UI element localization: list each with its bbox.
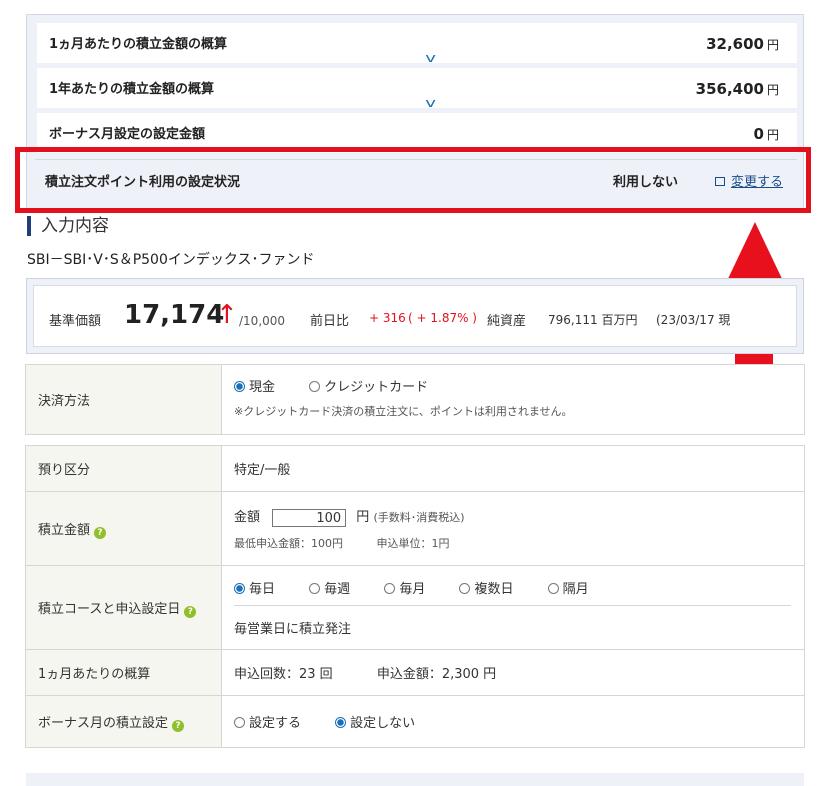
up-arrow-icon: ↑ [216, 300, 238, 330]
monthly-estimate-value: 32,600 円 [706, 35, 779, 53]
min-amount: 最低申込金額：100円 [234, 536, 343, 550]
amount-cell: 金額 100 円 (手数料･消費税込) 最低申込金額：100円 申込単位：1円 [221, 491, 805, 566]
assets-label: 純資産 [487, 314, 527, 329]
change-value: + 316 [369, 311, 406, 325]
help-icon[interactable]: ? [184, 605, 197, 618]
footer-bar [26, 773, 804, 786]
monthly-estimate-form-label: 1ヵ月あたりの概算 [25, 649, 222, 696]
chevron-down-icon[interactable]: v [425, 51, 436, 65]
assets-value: 796,111 百万円 [548, 313, 638, 327]
amount-prefix: 金額 [234, 510, 261, 526]
amount-suffix: 円 [356, 510, 370, 526]
yearly-estimate-row: 1年あたりの積立金額の概算 v 356,400 円 [37, 68, 797, 110]
bonus-setting-label-cell: ボーナス月の積立設定? [25, 695, 222, 748]
radio-selected-icon[interactable] [335, 717, 347, 728]
change-label: 前日比 [310, 314, 350, 329]
change-percent: ( + 1.87% ) [408, 311, 477, 325]
monthly-estimate-label: 1ヵ月あたりの積立金額の概算 [49, 37, 228, 52]
account-label: 預り区分 [25, 445, 222, 492]
chevron-down-icon[interactable]: v [425, 96, 436, 110]
price-panel: 基準価額 17,174 ↑ /10,000 前日比 + 316 ( + 1.87… [33, 285, 797, 347]
course-monthly-option[interactable]: 毎月 [384, 582, 425, 597]
course-note: 毎営業日に積立発注 [234, 622, 352, 637]
radio-icon[interactable] [309, 381, 321, 392]
section-title: 入力内容 [27, 216, 109, 236]
monthly-count: 申込回数：23 回 [234, 667, 333, 682]
amount-tax-note: (手数料･消費税込) [373, 511, 465, 525]
course-weekly-option[interactable]: 毎週 [309, 582, 350, 597]
radio-icon[interactable] [309, 583, 321, 594]
amount-label-cell: 積立金額? [25, 491, 222, 566]
help-icon[interactable]: ? [172, 719, 185, 732]
payment-cash-option[interactable]: 現金 [234, 380, 275, 395]
payment-note: ※クレジットカード決済の積立注文に、ポイントは利用されません。 [234, 405, 573, 418]
payment-options: 現金 クレジットカード ※クレジットカード決済の積立注文に、ポイントは利用されま… [221, 364, 805, 435]
bonus-setting-cell: 設定する 設定しない [221, 695, 805, 748]
radio-icon[interactable] [384, 583, 396, 594]
help-icon[interactable]: ? [94, 526, 107, 539]
account-value: 特定/一般 [221, 445, 805, 492]
yearly-estimate-label: 1年あたりの積立金額の概算 [49, 82, 215, 97]
amount-input[interactable]: 100 [272, 508, 347, 527]
monthly-estimate-form-row: 1ヵ月あたりの概算 申込回数：23 回 申込金額：2,300 円 [25, 649, 805, 696]
amount-row: 積立金額? 金額 100 円 (手数料･消費税込) 最低申込金額：100円 申込… [25, 491, 805, 566]
price-date: (23/03/17 現 [656, 313, 731, 327]
radio-selected-icon[interactable] [234, 583, 245, 594]
order-form-table: 預り区分 特定/一般 積立金額? 金額 100 円 (手数料･消費税込) 最低申… [25, 445, 805, 748]
course-row: 積立コースと申込設定日? 毎日 毎週 毎月 複数日 隔月 毎営業日に積立発注 [25, 565, 805, 650]
payment-row: 決済方法 現金 クレジットカード ※クレジットカード決済の積立注文に、ポイントは… [25, 364, 805, 435]
nav-label: 基準価額 [49, 314, 102, 329]
radio-selected-icon[interactable] [234, 381, 245, 392]
monthly-estimate-form-cell: 申込回数：23 回 申込金額：2,300 円 [221, 649, 805, 696]
nav-value: 17,174 [124, 300, 225, 330]
monthly-amount: 申込金額：2,300 円 [376, 667, 497, 682]
bonus-on-option[interactable]: 設定する [234, 716, 301, 731]
bonus-amount-label: ボーナス月設定の設定金額 [49, 127, 206, 142]
radio-icon[interactable] [234, 717, 245, 728]
fund-name: SBI－SBI･V･S＆P500インデックス･ファンド [27, 252, 315, 268]
course-daily-option[interactable]: 毎日 [234, 582, 275, 597]
payment-label: 決済方法 [25, 364, 222, 435]
bonus-setting-row: ボーナス月の積立設定? 設定する 設定しない [25, 695, 805, 748]
course-cell: 毎日 毎週 毎月 複数日 隔月 毎営業日に積立発注 [221, 565, 805, 650]
highlight-frame [15, 147, 811, 213]
course-biweekly-option[interactable]: 隔月 [547, 582, 589, 597]
bonus-amount-value: 0円 [753, 125, 779, 143]
account-row: 預り区分 特定/一般 [25, 445, 805, 492]
unit-amount: 申込単位：1円 [376, 536, 450, 550]
bonus-off-option[interactable]: 設定しない [335, 716, 415, 731]
nav-unit: /10,000 [239, 314, 286, 328]
course-multi-option[interactable]: 複数日 [459, 582, 513, 597]
radio-icon[interactable] [459, 583, 471, 594]
yearly-estimate-value: 356,400 円 [695, 80, 779, 98]
monthly-estimate-row: 1ヵ月あたりの積立金額の概算 v 32,600 円 [37, 23, 797, 65]
course-label-cell: 積立コースと申込設定日? [25, 565, 222, 650]
radio-icon[interactable] [547, 583, 559, 594]
payment-card-option[interactable]: クレジットカード [309, 380, 428, 395]
price-box: 基準価額 17,174 ↑ /10,000 前日比 + 316 ( + 1.87… [26, 278, 804, 354]
payment-table: 決済方法 現金 クレジットカード ※クレジットカード決済の積立注文に、ポイントは… [25, 364, 805, 435]
